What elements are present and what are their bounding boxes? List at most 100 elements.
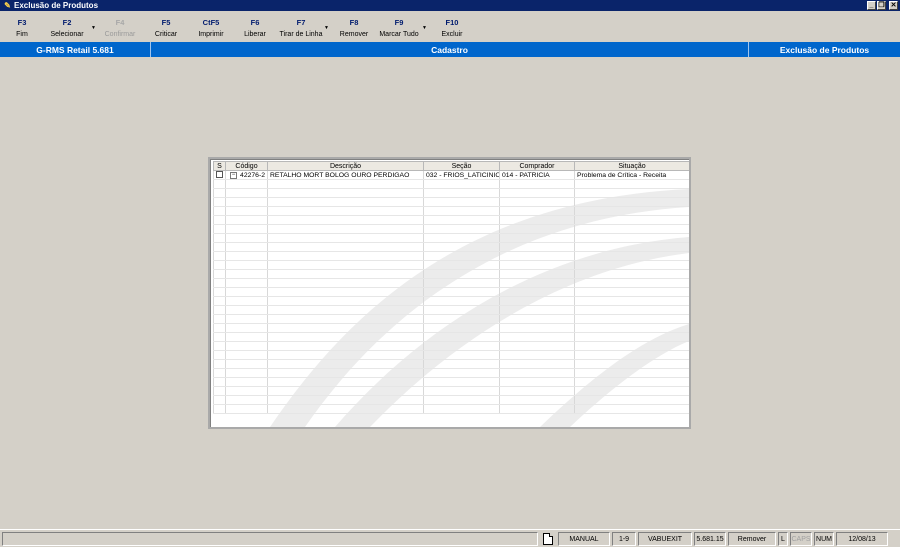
status-range: 1-9 [612, 532, 636, 546]
criticar-label: Criticar [154, 31, 178, 38]
expand-icon[interactable]: − [230, 171, 237, 179]
confirmar-button[interactable]: F4 Confirmar [101, 11, 139, 41]
empty-table-row[interactable] [213, 305, 689, 315]
empty-cell [499, 242, 575, 252]
empty-cell [423, 314, 500, 324]
empty-cell [423, 251, 500, 261]
empty-table-row[interactable] [213, 386, 689, 396]
tirar-de-linha-dropdown-icon[interactable]: ▼ [324, 25, 329, 31]
products-grid-panel: S Código Descrição Seção Comprador Situa… [208, 157, 691, 429]
empty-cell [267, 386, 424, 396]
empty-table-row[interactable] [213, 197, 689, 207]
empty-table-row[interactable] [213, 278, 689, 288]
empty-cell [423, 206, 500, 216]
excluir-button[interactable]: F10 Excluir [437, 11, 467, 41]
codigo-value: 42276-2 [240, 171, 265, 179]
empty-table-row[interactable] [213, 224, 689, 234]
empty-table-row[interactable] [213, 395, 689, 405]
empty-cell [225, 305, 268, 315]
empty-cell [225, 278, 268, 288]
minimize-icon[interactable]: _ [867, 1, 876, 10]
empty-cell [423, 404, 500, 414]
empty-table-row[interactable] [213, 269, 689, 279]
empty-cell [423, 350, 500, 360]
tirar-de-linha-button[interactable]: F7 Tirar de Linha [277, 11, 325, 41]
empty-cell [574, 224, 689, 234]
row-checkbox[interactable] [216, 171, 223, 179]
row-select-cell[interactable] [213, 170, 226, 180]
empty-table-row[interactable] [213, 323, 689, 333]
column-header-codigo[interactable]: Código [225, 161, 268, 171]
empty-cell [499, 278, 575, 288]
empty-cell [574, 404, 689, 414]
liberar-button[interactable]: F6 Liberar [240, 11, 270, 41]
empty-cell [213, 179, 226, 189]
empty-cell [499, 332, 575, 342]
status-bar: MANUAL 1-9 VABUEXIT 5.681.15 Remover L C… [0, 529, 900, 547]
empty-table-row[interactable] [213, 206, 689, 216]
fim-button[interactable]: F3 Fim [8, 11, 36, 41]
empty-cell [225, 332, 268, 342]
situacao-cell: Problema de Crítica - Receita [574, 170, 689, 180]
empty-cell [267, 269, 424, 279]
criticar-button[interactable]: F5 Criticar [150, 11, 182, 41]
empty-table-row[interactable] [213, 296, 689, 306]
empty-table-row[interactable] [213, 260, 689, 270]
empty-table-row[interactable] [213, 242, 689, 252]
empty-table-row[interactable] [213, 179, 689, 189]
empty-cell [499, 287, 575, 297]
empty-cell [225, 314, 268, 324]
table-row[interactable]: −42276-2 RETALHO MORT BOLOG OURO PERDIGA… [213, 170, 689, 180]
empty-cell [499, 359, 575, 369]
empty-table-row[interactable] [213, 314, 689, 324]
column-header-situacao[interactable]: Situação [574, 161, 689, 171]
empty-table-row[interactable] [213, 332, 689, 342]
empty-cell [213, 359, 226, 369]
selecionar-key: F2 [62, 18, 72, 27]
empty-table-row[interactable] [213, 341, 689, 351]
empty-table-row[interactable] [213, 251, 689, 261]
empty-cell [213, 287, 226, 297]
window-titlebar: ✎ Exclusão de Produtos _ ❐ ✕ [0, 0, 900, 11]
column-header-comprador[interactable]: Comprador [499, 161, 575, 171]
selecionar-dropdown-icon[interactable]: ▼ [91, 25, 96, 31]
empty-table-row[interactable] [213, 233, 689, 243]
empty-table-row[interactable] [213, 215, 689, 225]
empty-cell [499, 197, 575, 207]
excluir-key: F10 [445, 18, 459, 27]
remover-button[interactable]: F8 Remover [337, 11, 371, 41]
empty-table-row[interactable] [213, 287, 689, 297]
empty-cell [423, 332, 500, 342]
empty-cell [499, 323, 575, 333]
empty-cell [213, 377, 226, 387]
empty-cell [225, 296, 268, 306]
empty-cell [213, 269, 226, 279]
empty-table-row[interactable] [213, 404, 689, 414]
empty-cell [213, 341, 226, 351]
column-header-secao[interactable]: Seção [423, 161, 500, 171]
column-header-descricao[interactable]: Descrição [267, 161, 424, 171]
empty-cell [499, 350, 575, 360]
fim-label: Fim [16, 31, 28, 38]
close-icon[interactable]: ✕ [889, 1, 898, 10]
empty-table-row[interactable] [213, 350, 689, 360]
marcar-tudo-dropdown-icon[interactable]: ▼ [422, 25, 427, 31]
liberar-label: Liberar [244, 31, 266, 38]
selecionar-button[interactable]: F2 Selecionar [46, 11, 88, 41]
marcar-tudo-button[interactable]: F9 Marcar Tudo [377, 11, 421, 41]
empty-table-row[interactable] [213, 368, 689, 378]
column-header-s[interactable]: S [213, 161, 226, 171]
empty-cell [213, 233, 226, 243]
empty-cell [213, 395, 226, 405]
empty-cell [267, 305, 424, 315]
empty-cell [499, 215, 575, 225]
empty-table-row[interactable] [213, 377, 689, 387]
empty-cell [423, 179, 500, 189]
empty-table-row[interactable] [213, 359, 689, 369]
imprimir-button[interactable]: CtF5 Imprimir [194, 11, 228, 41]
restore-icon[interactable]: ❐ [877, 1, 886, 10]
empty-cell [225, 215, 268, 225]
empty-cell [423, 242, 500, 252]
status-l: L [778, 532, 788, 546]
empty-table-row[interactable] [213, 188, 689, 198]
